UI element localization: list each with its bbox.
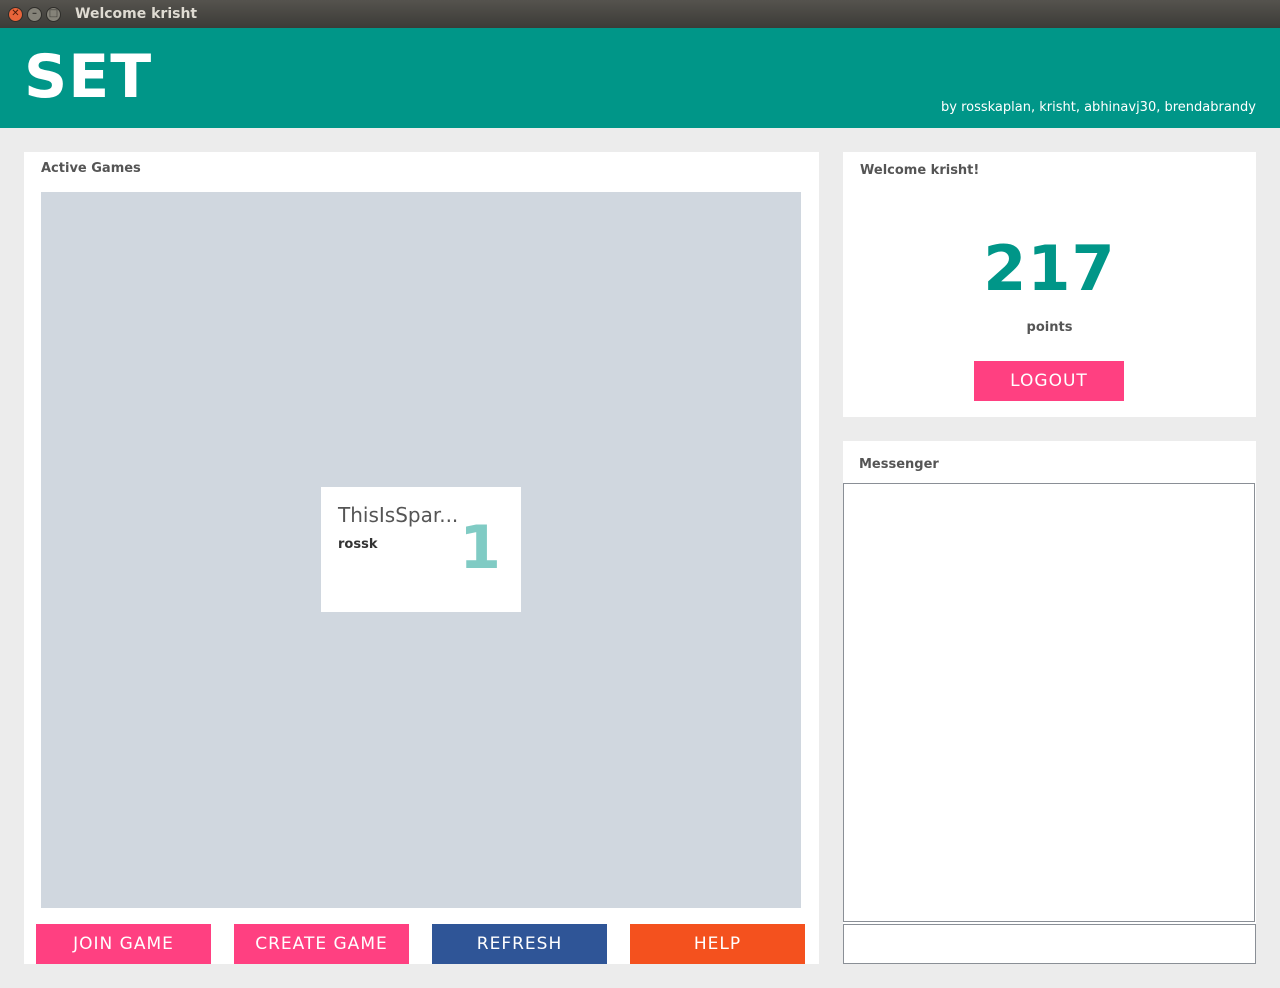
minimize-icon[interactable]: – (27, 6, 42, 22)
window-title: Welcome krisht (75, 6, 198, 22)
help-button[interactable]: HELP (630, 924, 805, 964)
logout-button[interactable]: LOGOUT (974, 361, 1124, 401)
messenger-title: Messenger (859, 457, 939, 472)
app-logo: SET (24, 42, 153, 112)
game-name: ThisIsSpar... (338, 503, 459, 527)
app-header: SET by rosskaplan, krisht, abhinavj30, b… (0, 28, 1280, 128)
maximize-icon[interactable]: □ (46, 6, 61, 22)
message-input[interactable] (843, 924, 1256, 964)
join-game-button[interactable]: JOIN GAME (36, 924, 211, 964)
close-icon[interactable]: ✕ (8, 6, 23, 22)
welcome-panel: Welcome krisht! 217 points LOGOUT (843, 152, 1256, 417)
welcome-title: Welcome krisht! (860, 163, 980, 178)
message-log[interactable] (843, 483, 1255, 922)
points-value: 217 (983, 232, 1116, 305)
active-games-panel: Active Games ThisIsSpar... rossk 1 JOIN … (24, 152, 819, 964)
game-player-count: 1 (459, 513, 501, 583)
create-game-button[interactable]: CREATE GAME (234, 924, 409, 964)
messenger-panel: Messenger (843, 441, 1256, 964)
credits-text: by rosskaplan, krisht, abhinavj30, brend… (941, 100, 1256, 115)
game-host: rossk (338, 537, 378, 552)
game-card[interactable]: ThisIsSpar... rossk 1 (321, 487, 521, 612)
window-titlebar: ✕ – □ Welcome krisht (0, 0, 1280, 28)
games-list[interactable]: ThisIsSpar... rossk 1 (41, 192, 801, 908)
points-label: points (1026, 320, 1073, 335)
refresh-button[interactable]: REFRESH (432, 924, 607, 964)
active-games-title: Active Games (41, 161, 141, 176)
window-controls: ✕ – □ (8, 6, 61, 22)
